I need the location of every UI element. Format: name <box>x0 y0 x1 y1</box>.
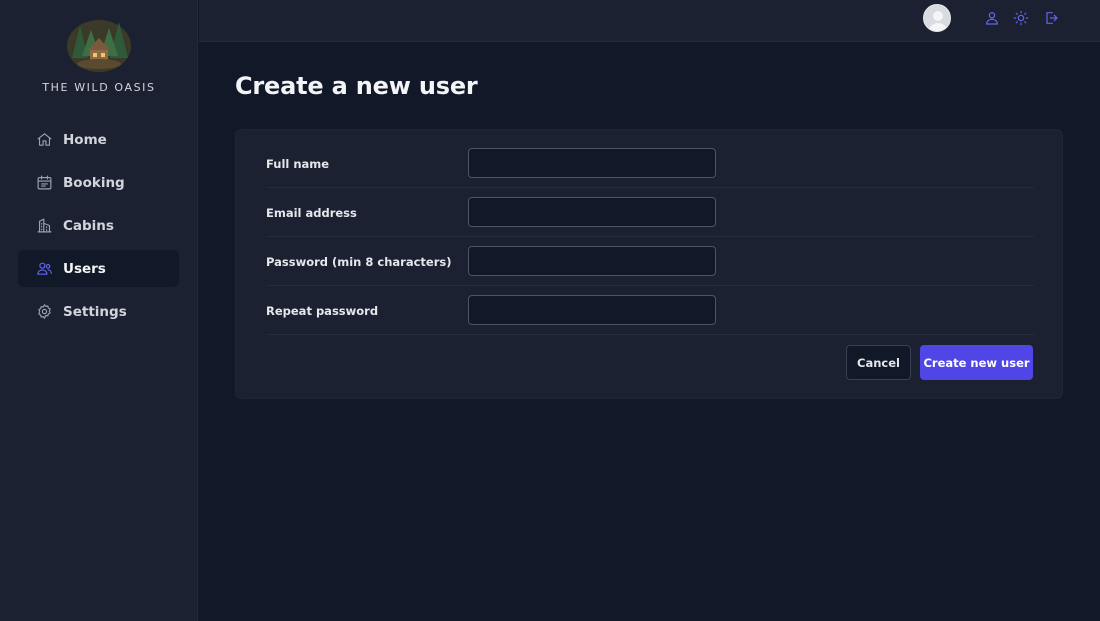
full-name-label: Full name <box>266 156 330 171</box>
app: THE WILD OASIS Home Booking Cabins Users… <box>0 0 1100 621</box>
form-row-full-name: Full name <box>266 139 1034 188</box>
sidebar-item-label: Booking <box>63 174 125 191</box>
logo <box>64 16 134 74</box>
sidebar-item-booking[interactable]: Booking <box>18 164 179 201</box>
sidebar-item-cabins[interactable]: Cabins <box>18 207 179 244</box>
cancel-button[interactable]: Cancel <box>846 345 911 380</box>
sidebar: THE WILD OASIS Home Booking Cabins Users… <box>0 0 198 621</box>
form-row-password: Password (min 8 characters) <box>266 237 1034 286</box>
password-field[interactable] <box>468 246 716 276</box>
calendar-icon <box>36 174 53 191</box>
email-field[interactable] <box>468 197 716 227</box>
form-row-repeat-password: Repeat password <box>266 286 1034 335</box>
user-icon <box>984 10 1000 26</box>
repeat-password-label: Repeat password <box>266 303 379 318</box>
brand-name: THE WILD OASIS <box>42 81 156 94</box>
full-name-field[interactable] <box>468 148 716 178</box>
main-nav: Home Booking Cabins Users Settings <box>18 121 179 336</box>
account-button[interactable] <box>982 8 1002 28</box>
sidebar-item-label: Cabins <box>63 217 114 234</box>
theme-toggle-button[interactable] <box>1011 8 1031 28</box>
sun-icon <box>1013 10 1029 26</box>
password-label: Password (min 8 characters) <box>266 254 452 269</box>
create-user-form: Full name Email address Password (min 8 … <box>235 129 1063 399</box>
repeat-password-field[interactable] <box>468 295 716 325</box>
sidebar-item-home[interactable]: Home <box>18 121 179 158</box>
sidebar-item-users[interactable]: Users <box>18 250 179 287</box>
top-header <box>199 0 1100 42</box>
logout-button[interactable] <box>1041 8 1061 28</box>
form-row-email: Email address <box>266 188 1034 237</box>
sidebar-item-settings[interactable]: Settings <box>18 293 179 330</box>
sidebar-item-label: Users <box>63 260 106 277</box>
sidebar-item-label: Settings <box>63 303 127 320</box>
home-icon <box>36 131 53 148</box>
page-title: Create a new user <box>235 72 478 100</box>
gear-icon <box>36 303 53 320</box>
email-label: Email address <box>266 205 357 220</box>
users-icon <box>36 260 53 277</box>
logout-icon <box>1043 10 1059 26</box>
sidebar-item-label: Home <box>63 131 107 148</box>
avatar[interactable] <box>923 4 951 32</box>
create-user-button[interactable]: Create new user <box>920 345 1033 380</box>
building-icon <box>36 217 53 234</box>
